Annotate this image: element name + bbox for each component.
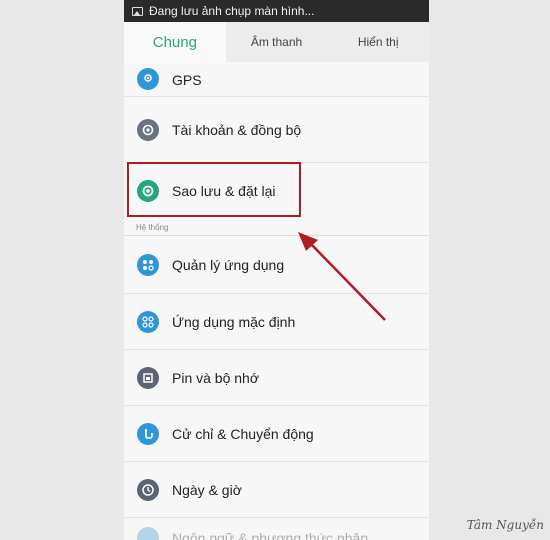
annotation-arrow <box>298 232 386 321</box>
watermark-signature: Tâm Nguyễn <box>466 518 544 532</box>
